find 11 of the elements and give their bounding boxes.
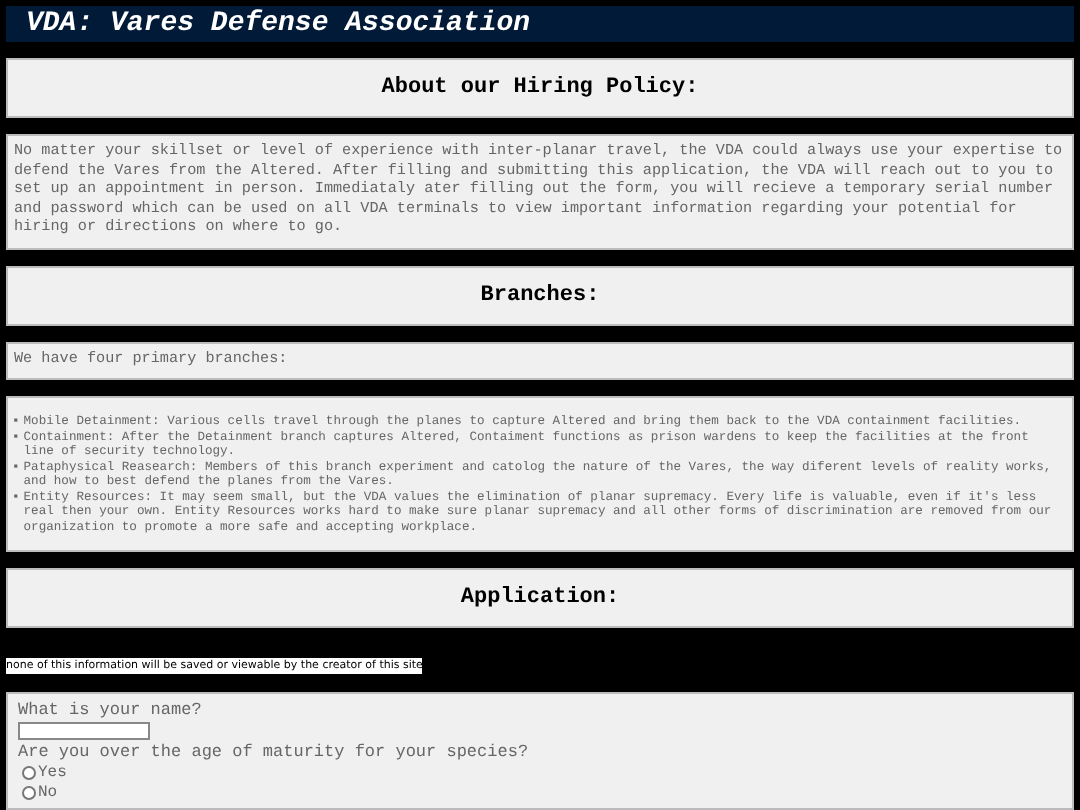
input-field[interactable] [18, 722, 150, 740]
option-label: No [38, 784, 58, 802]
radio-button[interactable] [22, 766, 36, 780]
section-heading: About our Hiring Policy: [6, 58, 1074, 118]
section-heading: Application: [6, 568, 1074, 628]
section-heading: Branches: [6, 265, 1074, 325]
question-label: Are you over the age of maturity for your species? [18, 742, 529, 762]
site-title: VDA: Vares Defense Association [26, 8, 531, 40]
radio-button[interactable] [22, 786, 36, 800]
question-label: What is your name? [18, 700, 202, 720]
option-label: Yes [38, 764, 67, 782]
